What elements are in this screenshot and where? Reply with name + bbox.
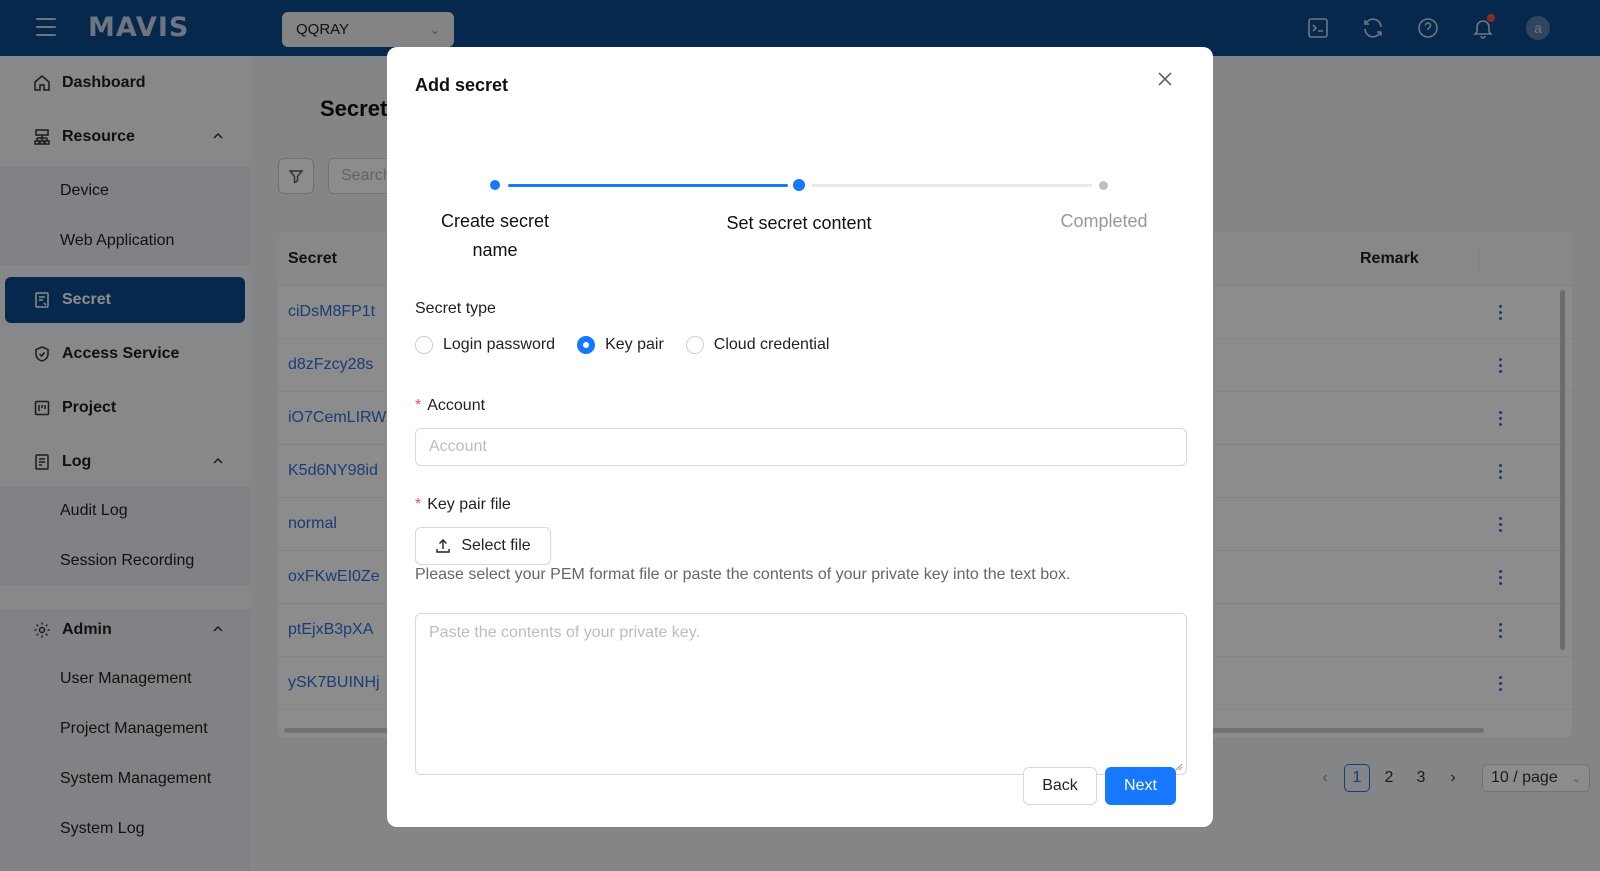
private-key-field[interactable] [415, 613, 1187, 775]
radio-cloud-credential[interactable]: Cloud credential [685, 336, 830, 354]
secret-type-label: Secret type [415, 300, 496, 317]
radio-label: Cloud credential [713, 336, 830, 353]
account-label-text: Account [427, 397, 486, 414]
next-button[interactable]: Next [1105, 767, 1176, 805]
key-pair-label-text: Key pair file [427, 496, 511, 513]
radio-label: Login password [443, 336, 556, 353]
select-file-button[interactable]: Select file [415, 527, 551, 565]
resize-handle-icon[interactable] [1175, 763, 1183, 771]
radio-login-password[interactable]: Login password [415, 336, 555, 354]
radio-circle [685, 336, 704, 354]
radio-key-pair[interactable]: Key pair [577, 336, 664, 354]
upload-icon [436, 539, 451, 553]
required-mark: * [415, 496, 422, 513]
step-dot-1 [490, 180, 500, 190]
radio-circle [415, 336, 433, 354]
private-key-textarea[interactable] [416, 614, 1186, 774]
step-connector-done [508, 184, 788, 187]
modal-title: Add secret [415, 75, 509, 95]
step-connector-pending [812, 184, 1092, 187]
step-title-1: Create secret name [440, 211, 550, 260]
key-pair-label: * Key pair file [415, 496, 511, 514]
radio-circle [577, 336, 596, 354]
step-title-2: Set secret content [726, 213, 872, 233]
secret-type-radio-group: Login password Key pair Cloud credential [415, 336, 851, 354]
close-icon[interactable] [1155, 69, 1175, 89]
account-input[interactable] [416, 429, 1186, 465]
required-mark: * [415, 397, 422, 414]
radio-label: Key pair [605, 336, 664, 353]
step-title-3: Completed [1060, 211, 1148, 231]
back-button[interactable]: Back [1023, 767, 1097, 805]
key-pair-hint: Please select your PEM format file or pa… [415, 566, 1071, 583]
step-dot-2 [793, 179, 805, 191]
steps: Create secret name Set secret content Co… [387, 127, 1213, 260]
step-dot-3 [1099, 181, 1108, 190]
account-label: * Account [415, 397, 485, 415]
select-file-label: Select file [461, 537, 531, 554]
add-secret-modal: Add secret Create secret name Set secret… [387, 47, 1213, 827]
account-field[interactable] [415, 428, 1187, 466]
